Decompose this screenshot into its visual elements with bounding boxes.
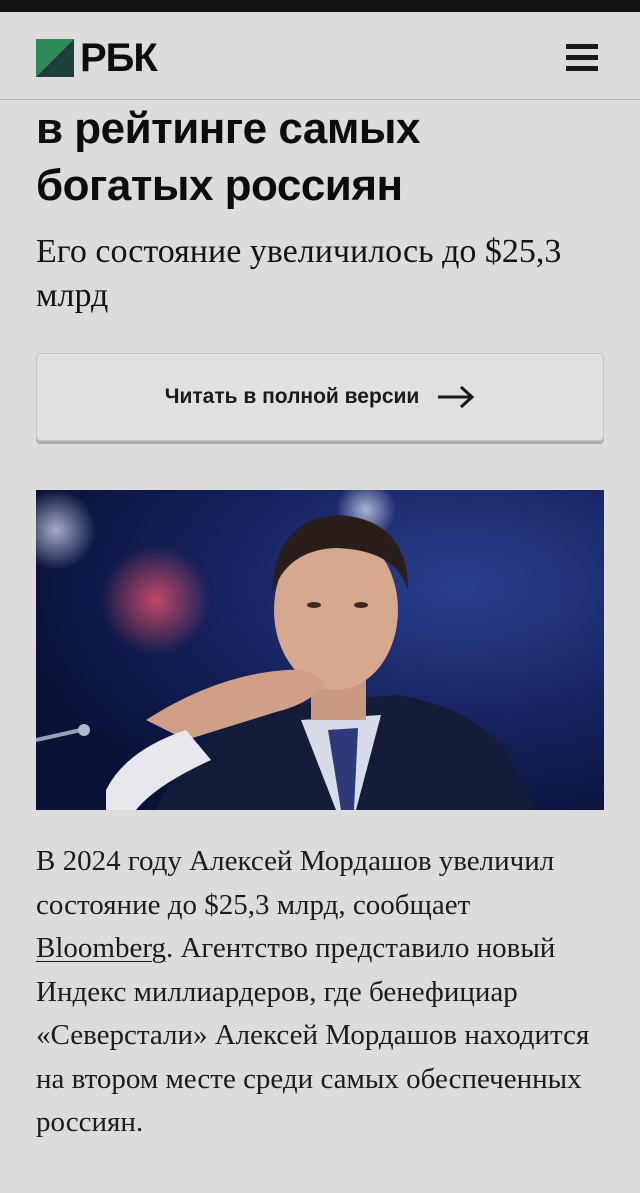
bloomberg-link[interactable]: Bloomberg bbox=[36, 932, 166, 964]
rbc-logo[interactable]: РБК bbox=[36, 36, 158, 80]
system-status-bar bbox=[0, 0, 640, 12]
rbc-logo-mark-icon bbox=[36, 39, 74, 77]
logo-text: РБК bbox=[80, 36, 158, 80]
hamburger-menu-icon[interactable] bbox=[566, 42, 600, 72]
site-header: РБК bbox=[0, 12, 640, 100]
read-full-version-label: Читать в полной версии bbox=[164, 385, 420, 408]
portrait-photo-illustration bbox=[36, 490, 604, 810]
article-body: В 2024 году Алексей Мордашов увеличил со… bbox=[36, 840, 608, 1145]
read-full-version-button[interactable]: Читать в полной версии bbox=[36, 353, 604, 441]
article-headline: в рейтинге самых богатых россиян bbox=[36, 100, 616, 214]
article-subtitle: Его состояние увеличилось до $25,3 млрд bbox=[36, 233, 562, 314]
headline-line-2: богатых россиян bbox=[36, 161, 403, 210]
article-photo bbox=[36, 490, 604, 810]
headline-line-1: в рейтинге самых bbox=[36, 104, 420, 153]
arrow-right-icon bbox=[438, 385, 475, 409]
article-body-text-start: В 2024 году Алексей Мордашов увеличил со… bbox=[36, 845, 555, 921]
